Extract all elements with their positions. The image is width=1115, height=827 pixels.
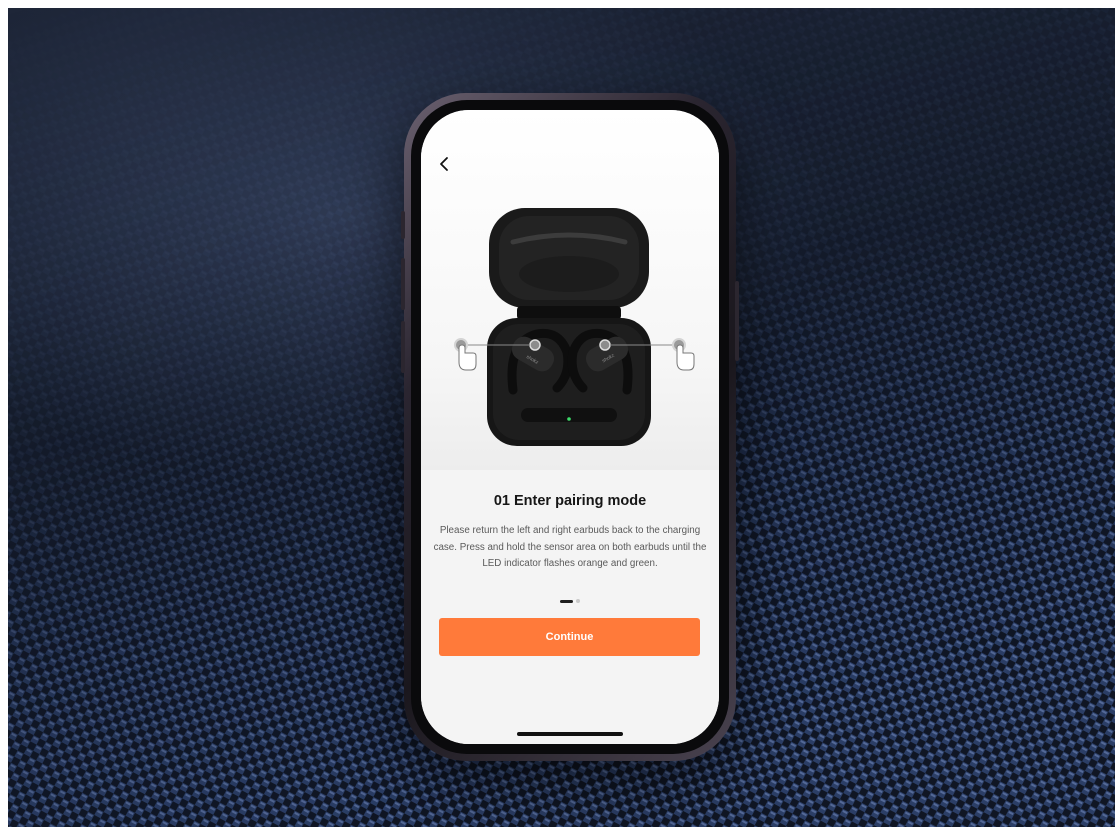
phone-volume-up-button: [401, 258, 405, 310]
step-title: 01 Enter pairing mode: [493, 493, 647, 509]
home-indicator[interactable]: [517, 732, 623, 736]
finger-tap-icon: [454, 338, 477, 371]
app-screen: shokz shokz 01 Enter pairing mode Please…: [421, 110, 719, 744]
phone-mockup: shokz shokz 01 Enter pairing mode Please…: [401, 93, 739, 761]
page-indicator: [421, 598, 719, 604]
phone-action-button: [401, 211, 405, 239]
phone-power-button: [735, 281, 739, 361]
continue-button[interactable]: Continue: [439, 618, 700, 656]
background-scene: shokz shokz 01 Enter pairing mode Please…: [8, 8, 1115, 827]
back-chevron-icon[interactable]: [433, 152, 457, 176]
page-dot-active: [560, 599, 573, 603]
instruction-panel: [421, 470, 719, 744]
earbuds-case-image: shokz shokz: [454, 208, 695, 446]
phone-volume-down-button: [401, 321, 405, 373]
finger-tap-icon: [672, 338, 695, 371]
step-description: Please return the left and right earbuds…: [433, 525, 707, 569]
page-dot: [576, 599, 580, 603]
